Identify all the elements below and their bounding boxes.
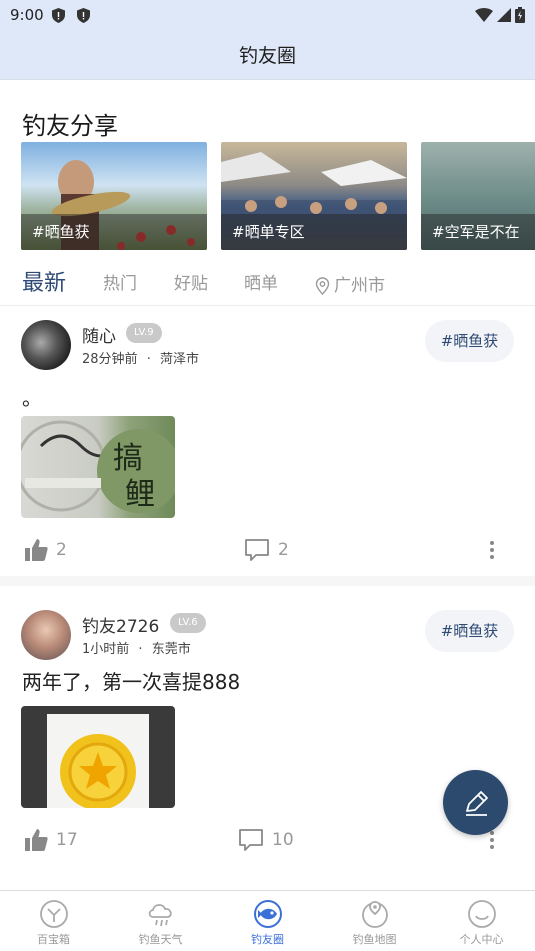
tab-good-posts[interactable]: 好贴 [174,266,208,306]
tab-showcase[interactable]: 晒单 [244,266,278,306]
comment-count: 10 [272,830,294,850]
post-card: 随心 LV.9 28分钟前 · 菏泽市 #晒鱼获 。 搞 鲤 2 2 [0,306,535,576]
nav-label: 钓友圈 [251,933,284,946]
share-carousel[interactable]: #晒鱼获 #晒单专区 #空军是不在 [21,142,535,250]
thumbs-up-icon [25,539,48,561]
meta-separator: · [138,642,143,657]
fish-circle-icon [253,900,282,928]
feed-tabs: 最新 热门 好贴 晒单 广州市 [0,266,535,306]
more-options-icon[interactable] [489,831,495,849]
wifi-icon [475,8,493,22]
location-pin-icon [315,277,330,295]
pencil-icon [465,790,488,816]
shield-icon [51,7,65,23]
post-meta: 28分钟前 · 菏泽市 [82,348,199,367]
location-label: 广州市 [334,276,385,296]
smile-icon [467,900,496,928]
share-card-label: #晒鱼获 [21,214,207,250]
avatar[interactable] [21,610,71,660]
create-post-button[interactable] [443,770,508,835]
shield-icon [76,7,90,23]
share-card-label: #晒单专区 [221,214,407,250]
post-text: 。 [22,386,42,410]
weather-icon [148,904,172,927]
level-badge: LV.9 [126,323,162,343]
comment-count: 2 [278,540,289,560]
signal-icon [497,8,511,22]
nav-angler-circle[interactable]: 钓友圈 [214,891,321,951]
comment-button[interactable]: 10 [238,828,294,852]
like-count: 2 [56,540,67,560]
page-title: 钓友圈 [238,45,296,67]
username[interactable]: 随心 [82,322,116,347]
share-card-market[interactable]: #晒单专区 [221,142,407,250]
comment-icon [245,539,269,561]
nav-fishing-map[interactable]: 钓鱼地图 [321,891,428,951]
post-divider [0,576,535,586]
post-time: 1小时前 [82,642,130,657]
status-icons [475,7,525,23]
share-section-title: 钓友分享 [22,112,118,140]
username[interactable]: 钓友2726 [82,612,159,637]
post-meta: 1小时前 · 东莞市 [82,638,191,657]
post-city: 东莞市 [151,642,191,657]
app-header: 钓友圈 [0,30,535,80]
treasure-box-icon [39,900,68,928]
nav-label: 百宝箱 [37,933,70,946]
nav-label: 个人中心 [459,933,504,946]
comment-button[interactable]: 2 [244,538,289,562]
tab-hot[interactable]: 热门 [103,266,137,306]
post-time: 28分钟前 [82,352,138,367]
share-card-empty[interactable]: #空军是不在 [421,142,535,250]
battery-icon [515,7,525,23]
bottom-navigation: 百宝箱 钓鱼天气 钓友圈 钓鱼地图 个人中心 [0,890,535,951]
svg-text:鲤: 鲤 [125,477,155,512]
avatar[interactable] [21,320,71,370]
nav-profile[interactable]: 个人中心 [428,891,535,951]
share-card-label: #空军是不在 [421,214,535,250]
meta-separator: · [146,352,151,367]
share-card-fishing[interactable]: #晒鱼获 [21,142,207,250]
post-image[interactable]: 搞 鲤 [21,416,175,518]
post-card: 钓友2726 LV.6 1小时前 · 东莞市 #晒鱼获 两年了，第一次喜提888… [0,596,535,886]
nav-label: 钓鱼地图 [352,933,397,946]
like-button[interactable]: 2 [24,538,67,562]
level-badge: LV.6 [170,613,206,633]
like-button[interactable]: 17 [24,828,78,852]
comment-icon [239,829,263,851]
nav-label: 钓鱼天气 [138,933,183,946]
fishing-line-spool-photo: 搞 鲤 [21,420,175,513]
tab-location[interactable]: 广州市 [315,266,385,306]
nav-treasure-box[interactable]: 百宝箱 [0,891,107,951]
post-city: 菏泽市 [159,352,199,367]
tab-latest[interactable]: 最新 [22,266,66,306]
topic-tag[interactable]: #晒鱼获 [425,610,514,652]
like-count: 17 [56,830,78,850]
svg-text:搞: 搞 [113,441,143,476]
status-bar: 9:00 [0,0,535,30]
post-image[interactable] [21,706,175,808]
post-text: 两年了，第一次喜提888 [22,670,241,694]
nav-weather[interactable]: 钓鱼天气 [107,891,214,951]
map-pin-icon [361,901,388,928]
topic-tag[interactable]: #晒鱼获 [425,320,514,362]
more-options-icon[interactable] [489,541,495,559]
status-time: 9:00 [10,6,44,24]
coin-reward-photo [47,714,149,808]
thumbs-up-icon [25,829,48,851]
